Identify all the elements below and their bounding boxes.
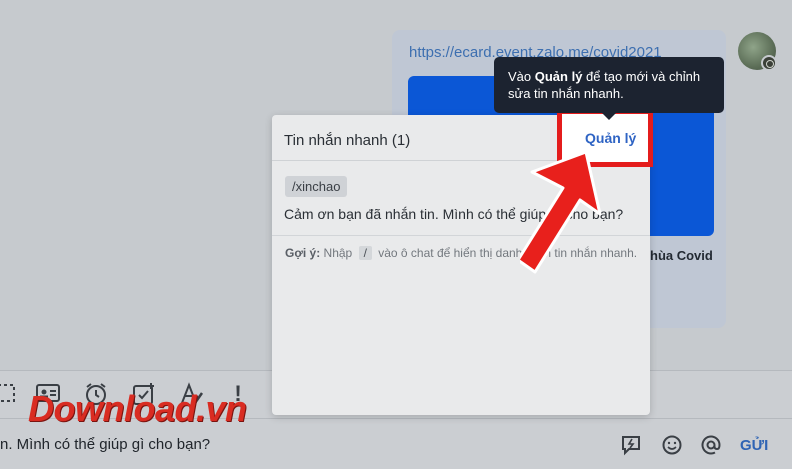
quick-replies-title: Tin nhắn nhanh (1) [284, 132, 411, 149]
quick-reply-shortcut: /xinchao [285, 176, 348, 197]
manage-tooltip: Vào Quản lý để tạo mới và chỉnh sửa tin … [494, 57, 724, 113]
tooltip-pointer [602, 113, 616, 120]
hint-key: / [358, 246, 372, 260]
send-button[interactable]: GỬI [740, 437, 768, 454]
message-caption: hùa Covid [650, 248, 713, 263]
composer-input[interactable]: n. Mình có thể giúp gì cho bạn? [0, 436, 210, 453]
hint-before: Nhập [320, 246, 356, 260]
quick-message-icon[interactable] [619, 434, 643, 458]
screenshot-icon[interactable] [0, 381, 20, 407]
settings-badge-icon [761, 55, 777, 71]
mention-icon[interactable] [699, 434, 723, 458]
hint-label: Gợi ý: [285, 246, 321, 260]
emoji-icon[interactable] [660, 434, 684, 458]
tooltip-text: Vào Quản lý để tạo mới và chỉnh sửa tin … [508, 69, 701, 101]
download-vn-watermark: Download.vn [28, 388, 247, 429]
red-arrow-icon [520, 150, 602, 274]
